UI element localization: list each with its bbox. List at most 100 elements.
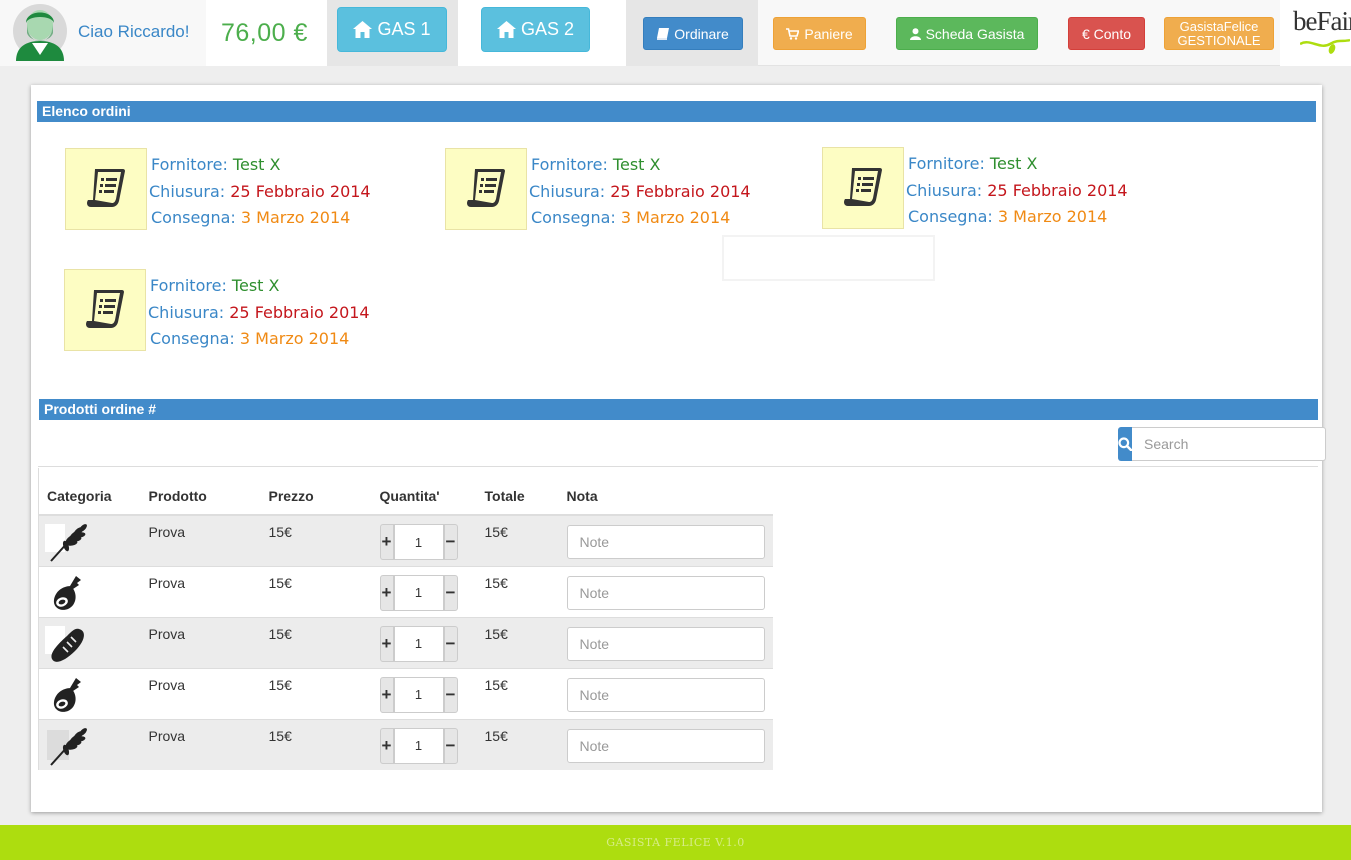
book-icon (657, 27, 670, 40)
shopping-cart-icon (786, 27, 800, 40)
col-header-categoria[interactable]: Categoria (38, 468, 141, 516)
gas1-button[interactable]: GAS 1 (337, 7, 447, 52)
quantity-value[interactable]: 1 (393, 574, 444, 611)
totale-cell: 15€ (476, 616, 559, 668)
consegna-value: 3 Marzo 2014 (620, 208, 731, 227)
user-avatar-icon[interactable] (12, 3, 68, 63)
chiusura-label: Chiusura: (149, 181, 226, 201)
quantita-cell: + 1 − (371, 718, 477, 770)
gestionale-button[interactable]: GasistaFelice GESTIONALE (1164, 17, 1274, 50)
fornitore-label: Fornitore: (150, 276, 227, 295)
search-icon (1118, 437, 1132, 451)
gestionale-label-line2: GESTIONALE (1177, 32, 1261, 48)
fornitore-value: Test X (232, 155, 281, 174)
user-icon (909, 27, 921, 40)
ordinare-button[interactable]: Ordinare (643, 17, 743, 50)
wheat-icon (45, 524, 87, 562)
gas2-button[interactable]: GAS 2 (481, 7, 590, 52)
prodotto-cell: Prova (140, 718, 261, 770)
greeting-text: Ciao Riccardo! (78, 22, 190, 41)
empty-placeholder-box (722, 235, 935, 281)
increment-button[interactable]: + (379, 574, 394, 611)
befair-logo[interactable]: beFair (1280, 0, 1351, 66)
fornitore-label: Fornitore: (908, 154, 985, 173)
col-header-prodotto[interactable]: Prodotto (140, 468, 261, 516)
consegna-value: 3 Marzo 2014 (239, 329, 350, 348)
decrement-button[interactable]: − (443, 727, 458, 764)
gas1-area: GAS 1 (327, 0, 458, 66)
consegna-label: Consegna: (531, 208, 616, 227)
totale-cell: 15€ (476, 565, 559, 617)
col-header-prezzo[interactable]: Prezzo (260, 468, 372, 516)
nota-cell (558, 616, 773, 668)
nota-cell (558, 514, 773, 566)
scheda-gasista-button[interactable]: Scheda Gasista (896, 17, 1038, 50)
increment-button[interactable]: + (379, 676, 394, 713)
ham-icon (53, 575, 81, 610)
category-cell (38, 565, 141, 617)
note-input[interactable] (566, 728, 765, 763)
category-cell (38, 667, 141, 719)
col-header-nota[interactable]: Nota (558, 468, 773, 516)
increment-button[interactable]: + (379, 625, 394, 662)
table-top-border (38, 466, 1318, 467)
paniere-button[interactable]: Paniere (773, 17, 866, 50)
quantity-stepper: + 1 − (379, 524, 469, 560)
increment-button[interactable]: + (379, 727, 394, 764)
fornitore-value: Test X (612, 155, 661, 174)
col-header-quantita[interactable]: Quantita' (371, 468, 477, 516)
quantity-value[interactable]: 1 (393, 625, 444, 662)
order-list-icon (445, 148, 527, 230)
note-input[interactable] (566, 677, 765, 712)
chiusura-value: 25 Febbraio 2014 (230, 181, 371, 201)
order-card[interactable]: Fornitore: Test X Chiusura: 25 Febbraio … (822, 147, 1182, 231)
table-row: Prova 15€ + 1 − 15€ (38, 616, 773, 668)
order-card[interactable]: Fornitore: Test X Chiusura: 25 Febbraio … (64, 269, 424, 353)
consegna-value: 3 Marzo 2014 (997, 207, 1108, 226)
paniere-label: Paniere (804, 25, 853, 42)
note-input[interactable] (566, 525, 765, 559)
quantita-cell: + 1 − (371, 514, 477, 566)
decrement-button[interactable]: − (443, 524, 458, 560)
home-icon (353, 21, 373, 38)
quantita-cell: + 1 − (371, 616, 477, 668)
decrement-button[interactable]: − (443, 676, 458, 713)
consegna-value: 3 Marzo 2014 (240, 208, 351, 227)
chiusura-label: Chiusura: (906, 180, 983, 200)
logo-text: beFair (1293, 6, 1351, 36)
increment-button[interactable]: + (379, 524, 394, 560)
ordinare-label: Ordinare (674, 25, 729, 42)
bread-icon (45, 625, 84, 662)
note-input[interactable] (566, 575, 765, 610)
note-input[interactable] (566, 626, 765, 661)
quantity-stepper: + 1 − (379, 676, 469, 713)
table-row: Prova 15€ + 1 − 15€ (38, 565, 773, 617)
chiusura-value: 25 Febbraio 2014 (229, 302, 370, 322)
quantity-stepper: + 1 − (379, 574, 469, 611)
col-header-totale[interactable]: Totale (476, 468, 559, 516)
gas2-label: GAS 2 (520, 19, 575, 39)
conto-label: € Conto (1081, 25, 1132, 42)
decrement-button[interactable]: − (443, 574, 458, 611)
conto-button[interactable]: € Conto (1068, 17, 1145, 50)
prezzo-cell: 15€ (260, 565, 372, 617)
search-input[interactable] (1132, 427, 1326, 461)
decrement-button[interactable]: − (443, 625, 458, 662)
totale-cell: 15€ (476, 718, 559, 770)
fornitore-value: Test X (231, 276, 280, 295)
footer-text: GASISTA FELICE V.1.0 (606, 836, 745, 849)
order-details: Fornitore: Test X Chiusura: 25 Febbraio … (148, 273, 370, 353)
category-cell (38, 616, 141, 668)
order-list-icon (822, 147, 904, 229)
order-card[interactable]: Fornitore: Test X Chiusura: 25 Febbraio … (445, 148, 805, 232)
quantity-value[interactable]: 1 (393, 727, 444, 764)
quantity-value[interactable]: 1 (393, 676, 444, 713)
orders-section-title: Elenco ordini (37, 101, 1316, 122)
quantity-value[interactable]: 1 (393, 524, 444, 560)
order-card[interactable]: Fornitore: Test X Chiusura: 25 Febbraio … (65, 148, 425, 232)
order-list-icon (64, 269, 146, 351)
search-button[interactable] (1118, 427, 1132, 461)
quantita-cell: + 1 − (371, 565, 477, 617)
nota-cell (558, 667, 773, 719)
table-row: Prova 15€ + 1 − 15€ (38, 514, 773, 566)
